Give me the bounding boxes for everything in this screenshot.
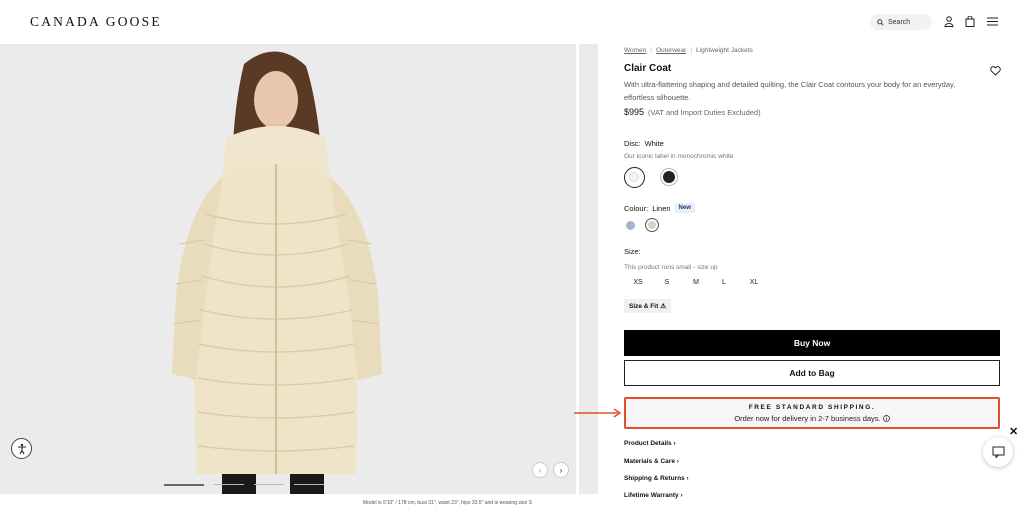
breadcrumb-separator: | xyxy=(690,47,693,54)
accordion-label: Shipping & Returns xyxy=(624,475,685,482)
product-description: With ultra-flattering shaping and detail… xyxy=(624,80,956,102)
gallery-next-button[interactable]: › xyxy=(553,462,569,478)
colour-swatch-blue[interactable] xyxy=(626,221,635,230)
size-option-m[interactable]: M xyxy=(682,279,710,286)
linen-fill xyxy=(647,220,656,229)
bag-icon[interactable] xyxy=(964,15,976,27)
chat-icon xyxy=(992,446,1004,458)
disc-note: Our iconic label in monochromic white xyxy=(624,153,734,160)
shipping-title: FREE STANDARD SHIPPING. xyxy=(748,403,876,411)
price-note: (VAT and Import Duties Excluded) xyxy=(648,108,761,117)
brand-logo[interactable]: CANADA GOOSE xyxy=(30,14,162,30)
shipping-subtitle-row: Order now for delivery in 2-7 business d… xyxy=(734,413,890,423)
breadcrumb-current: Lightweight Jackets xyxy=(696,47,753,54)
disc-option-black[interactable] xyxy=(660,168,678,186)
free-shipping-banner: FREE STANDARD SHIPPING. Order now for de… xyxy=(624,397,1000,429)
disc-label: Disc: xyxy=(624,139,641,148)
ruler-icon: ⚠ xyxy=(660,303,667,310)
colour-label: Colour: xyxy=(624,203,649,213)
arrow-annotation-icon xyxy=(574,408,622,418)
info-icon[interactable] xyxy=(882,414,890,422)
size-fit-label: Size & Fit xyxy=(629,302,659,310)
size-option-l[interactable]: L xyxy=(710,279,738,286)
gallery-dot-2[interactable] xyxy=(214,484,244,485)
wishlist-heart-icon[interactable] xyxy=(990,63,1001,76)
site-header: CANADA GOOSE Search xyxy=(0,0,1024,44)
white-disc-icon xyxy=(629,172,639,182)
gallery-dot-3[interactable] xyxy=(254,484,284,485)
size-option-s[interactable]: S xyxy=(652,279,682,286)
accordion-materials-care[interactable]: Materials & Care › xyxy=(624,458,679,465)
product-image-gallery[interactable] xyxy=(0,44,576,494)
breadcrumb-outerwear[interactable]: Outerwear xyxy=(656,47,686,54)
accordion-product-details[interactable]: Product Details › xyxy=(624,440,676,447)
accordion-lifetime-warranty[interactable]: Lifetime Warranty › xyxy=(624,492,683,499)
chat-button[interactable] xyxy=(983,437,1013,467)
size-fit-button[interactable]: Size & Fit ⚠ xyxy=(624,299,672,313)
disc-label-row: Disc: White xyxy=(624,139,664,148)
buy-now-button[interactable]: Buy Now xyxy=(624,330,1000,356)
accessibility-button[interactable] xyxy=(11,438,32,459)
gallery-dot-1[interactable] xyxy=(164,484,204,486)
black-disc-icon xyxy=(663,171,675,183)
size-options: XS S M L XL xyxy=(624,279,770,286)
disc-value: White xyxy=(644,139,664,148)
search-label: Search xyxy=(888,18,911,26)
size-label-text: Size: xyxy=(624,247,641,256)
colour-label-row: Colour: Linen New xyxy=(624,203,695,213)
accordion-label: Lifetime Warranty xyxy=(624,492,679,499)
size-option-xs[interactable]: XS xyxy=(624,279,652,286)
gallery-dot-4[interactable] xyxy=(294,484,324,485)
gallery-next-image-edge xyxy=(579,44,598,494)
size-note: This product runs small - size up xyxy=(624,264,718,271)
accordion-label: Product Details xyxy=(624,440,672,447)
size-option-xl[interactable]: XL xyxy=(738,279,770,286)
new-badge: New xyxy=(674,203,695,213)
disc-option-white[interactable] xyxy=(624,167,645,188)
search-button[interactable]: Search xyxy=(870,14,932,30)
menu-icon[interactable] xyxy=(986,15,998,27)
account-icon[interactable] xyxy=(943,15,955,27)
add-to-bag-button[interactable]: Add to Bag xyxy=(624,360,1000,386)
breadcrumb-separator: | xyxy=(650,47,652,54)
price-row: $995 (VAT and Import Duties Excluded) xyxy=(624,107,761,117)
product-photo xyxy=(172,51,382,494)
close-chat-icon[interactable]: ✕ xyxy=(1009,425,1018,438)
size-label: Size: xyxy=(624,247,641,256)
shipping-subtitle: Order now for delivery in 2-7 business d… xyxy=(734,413,881,423)
search-icon xyxy=(877,18,884,26)
colour-value: Linen xyxy=(652,203,671,213)
accessibility-icon xyxy=(17,443,26,454)
accordion-label: Materials & Care xyxy=(624,458,675,465)
accordion-shipping-returns[interactable]: Shipping & Returns › xyxy=(624,475,689,482)
model-caption: Model is 5'10" / 178 cm, bust 31", waist… xyxy=(363,500,532,506)
product-title: Clair Coat xyxy=(624,63,672,74)
breadcrumb-women[interactable]: Women xyxy=(624,47,646,54)
gallery-pagination xyxy=(164,484,324,486)
gallery-prev-button[interactable]: ‹ xyxy=(532,462,548,478)
breadcrumb: Women | Outerwear | Lightweight Jackets xyxy=(624,47,753,54)
product-price: $995 xyxy=(624,107,645,117)
colour-swatch-linen[interactable] xyxy=(645,218,659,232)
